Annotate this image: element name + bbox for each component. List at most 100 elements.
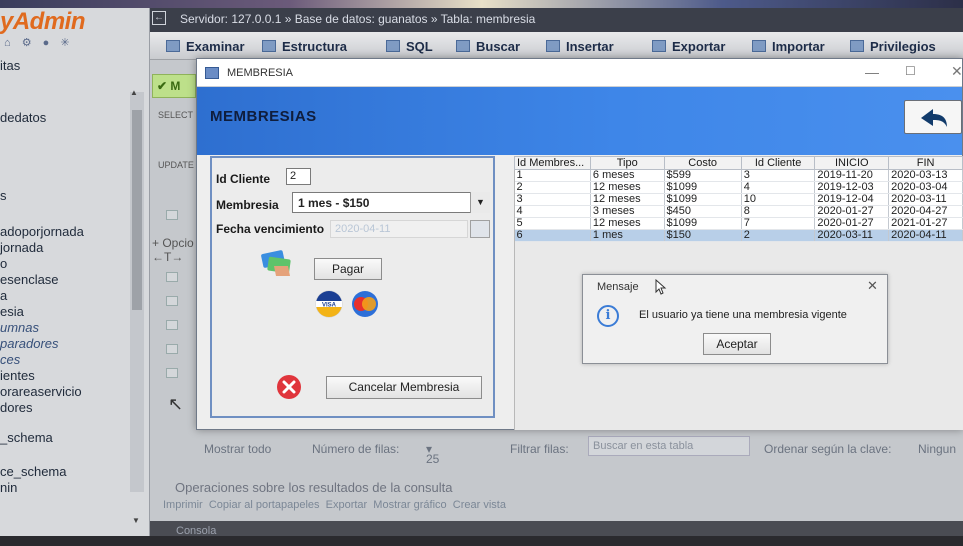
collapse-icon[interactable]: ← <box>152 11 166 25</box>
column-header[interactable]: Costo <box>663 156 742 170</box>
table-cell[interactable]: 3 <box>741 169 816 182</box>
table-cell[interactable]: 2020-03-11 <box>888 193 963 206</box>
calendar-icon[interactable] <box>470 220 490 238</box>
scroll-down-icon[interactable]: ▼ <box>132 516 140 525</box>
column-header[interactable]: FIN <box>888 156 963 170</box>
sidebar-item[interactable]: esia <box>0 304 24 319</box>
row-checkbox[interactable] <box>166 344 178 354</box>
table-cell[interactable]: 12 meses <box>590 217 665 230</box>
sidebar-item[interactable]: _schema <box>0 430 53 445</box>
pagar-button[interactable]: Pagar <box>314 258 382 280</box>
tab-exportar[interactable]: Exportar <box>652 39 725 54</box>
table-cell[interactable]: 2019-12-03 <box>814 181 890 194</box>
table-cell[interactable]: 2021-01-27 <box>888 217 963 230</box>
sort-select[interactable]: Ningun <box>918 442 956 456</box>
tab-sql[interactable]: SQL <box>386 39 433 54</box>
sort-arrows[interactable]: ←T→ <box>152 250 183 264</box>
sidebar-item[interactable]: umnas <box>0 320 39 335</box>
minimize-icon[interactable]: — <box>865 64 879 80</box>
table-cell[interactable]: 12 meses <box>590 193 665 206</box>
table-row[interactable]: 2 12 meses $1099 4 2019-12-03 2020-03-04 <box>514 181 963 194</box>
tab-examinar[interactable]: Examinar <box>166 39 245 54</box>
table-cell[interactable]: 4 <box>514 205 591 218</box>
table-row[interactable]: 61 mes $150 2 2020-03-11 2020-04-11 <box>514 229 963 242</box>
table-cell[interactable]: 1 <box>514 169 591 182</box>
table-cell[interactable]: 4 <box>741 181 816 194</box>
tab-buscar[interactable]: Buscar <box>456 39 520 54</box>
row-checkbox[interactable] <box>166 210 178 220</box>
table-cell[interactable]: 2019-12-04 <box>814 193 890 206</box>
table-cell[interactable]: 12 meses <box>590 181 665 194</box>
close-icon[interactable]: ✕ <box>951 63 962 80</box>
aceptar-button[interactable]: Aceptar <box>703 333 771 355</box>
column-header[interactable]: INICIO <box>814 156 890 170</box>
table-cell[interactable]: $150 <box>664 229 742 242</box>
table-row[interactable]: 3 12 meses $1099 10 2019-12-04 2020-03-11 <box>514 193 963 206</box>
sidebar-item[interactable]: esenclase <box>0 272 59 287</box>
table-cell[interactable]: 5 <box>514 217 591 230</box>
fecha-input[interactable]: 2020-04-11 <box>330 220 468 238</box>
table-cell[interactable]: 2020-01-27 <box>814 217 890 230</box>
table-row[interactable]: 43 meses $450 8 2020-01-27 2020-04-27 <box>514 205 963 218</box>
tab-importar[interactable]: Importar <box>752 39 825 54</box>
table-cell[interactable]: 2020-04-27 <box>888 205 963 218</box>
sidebar-item[interactable]: ce_schema <box>0 464 66 479</box>
tab-privilegios[interactable]: Privilegios <box>850 39 936 54</box>
membresia-select[interactable]: 1 mes - $150 <box>292 192 490 213</box>
sidebar-scroll-thumb[interactable] <box>132 110 142 310</box>
back-button[interactable] <box>904 100 962 134</box>
column-header[interactable]: Tipo <box>589 156 665 170</box>
table-cell[interactable]: $1099 <box>664 181 742 194</box>
table-cell[interactable]: $599 <box>664 169 742 182</box>
sidebar-item[interactable]: dores <box>0 400 33 415</box>
filter-input[interactable]: Buscar en esta tabla <box>588 436 750 456</box>
sidebar-item[interactable]: dedatos <box>0 110 46 125</box>
table-cell[interactable]: 10 <box>741 193 816 206</box>
breadcrumb[interactable]: Servidor: 127.0.0.1 » Base de datos: gua… <box>150 8 963 32</box>
table-cell[interactable]: $450 <box>664 205 742 218</box>
table-cell[interactable]: 6 <box>514 229 591 242</box>
table-cell[interactable]: 2 <box>514 181 591 194</box>
sidebar-item[interactable]: ientes <box>0 368 35 383</box>
maximize-icon[interactable]: ☐ <box>905 64 916 78</box>
ops-links[interactable]: Imprimir Copiar al portapapeles Exportar… <box>163 499 506 511</box>
chevron-down-icon[interactable]: ▼ <box>470 192 490 213</box>
rows-select[interactable]: 25 ▾ <box>426 442 439 466</box>
dialog-close-icon[interactable]: ✕ <box>867 278 878 294</box>
table-cell[interactable]: 2019-11-20 <box>814 169 890 182</box>
table-row[interactable]: 16 meses $599 3 2019-11-20 2020-03-13 <box>514 169 963 182</box>
sidebar-item[interactable]: itas <box>0 58 20 73</box>
column-header[interactable]: Id Membres... <box>514 156 591 170</box>
table-row[interactable]: 5 12 meses $1099 7 2020-01-27 2021-01-27 <box>514 217 963 230</box>
table-cell[interactable]: 3 <box>514 193 591 206</box>
sidebar-item[interactable]: ces <box>0 352 20 367</box>
cancelar-membresia-button[interactable]: Cancelar Membresia <box>326 376 482 399</box>
sidebar-item[interactable]: paradores <box>0 336 59 351</box>
table-cell[interactable]: 2 <box>741 229 816 242</box>
tab-insertar[interactable]: Insertar <box>546 39 614 54</box>
table-cell[interactable]: 2020-03-11 <box>814 229 890 242</box>
options-link[interactable]: + Opcio <box>152 236 194 250</box>
id-cliente-input[interactable]: 2 <box>286 168 311 185</box>
table-cell[interactable]: $1099 <box>664 193 742 206</box>
sidebar-item[interactable]: adoporjornada <box>0 224 84 239</box>
row-checkbox[interactable] <box>166 320 178 330</box>
row-checkbox[interactable] <box>166 296 178 306</box>
membresias-table[interactable]: Id Membres... Tipo Costo Id Cliente INIC… <box>514 156 963 242</box>
table-cell[interactable]: $1099 <box>664 217 742 230</box>
table-cell[interactable]: 2020-04-11 <box>888 229 963 242</box>
column-header[interactable]: Id Cliente <box>740 156 816 170</box>
row-checkbox[interactable] <box>166 272 178 282</box>
table-cell[interactable]: 2020-03-13 <box>888 169 963 182</box>
tab-estructura[interactable]: Estructura <box>262 39 347 54</box>
table-cell[interactable]: 8 <box>741 205 816 218</box>
sidebar-item[interactable]: orareaservicio <box>0 384 82 399</box>
row-checkbox[interactable] <box>166 368 178 378</box>
table-cell[interactable]: 7 <box>741 217 816 230</box>
sidebar-item[interactable]: a <box>0 288 7 303</box>
window-titlebar[interactable]: MEMBRESIA — ☐ ✕ <box>197 59 962 87</box>
scroll-up-icon[interactable]: ▲ <box>130 88 138 97</box>
table-cell[interactable]: 2020-01-27 <box>814 205 890 218</box>
sidebar-item[interactable]: o <box>0 256 7 271</box>
table-cell[interactable]: 2020-03-04 <box>888 181 963 194</box>
